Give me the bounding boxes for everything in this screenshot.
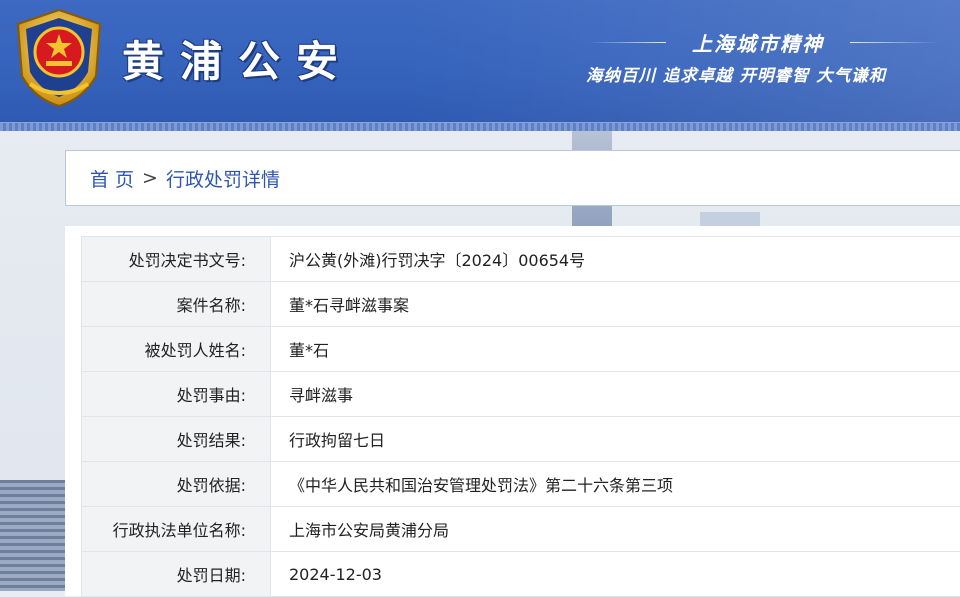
penalty-detail-table: 处罚决定书文号: 沪公黄(外滩)行罚决字〔2024〕00654号 案件名称: 董… xyxy=(81,236,960,597)
field-label: 被处罚人姓名: xyxy=(82,327,271,372)
breadcrumb-separator: > xyxy=(142,167,158,189)
police-emblem-icon xyxy=(10,6,108,110)
breadcrumb: 首 页 > 行政处罚详情 xyxy=(65,150,960,206)
field-value: 行政拘留七日 xyxy=(271,417,960,462)
header-border-strip xyxy=(0,122,960,131)
header-skyline xyxy=(400,0,960,122)
table-row: 案件名称: 董*石寻衅滋事案 xyxy=(82,282,960,327)
field-label: 处罚事由: xyxy=(82,372,271,417)
field-value: 沪公黄(外滩)行罚决字〔2024〕00654号 xyxy=(271,237,960,282)
field-value: 董*石寻衅滋事案 xyxy=(271,282,960,327)
background-city-left xyxy=(0,480,65,591)
field-value: 《中华人民共和国治安管理处罚法》第二十六条第三项 xyxy=(271,462,960,507)
site-header: 黄浦公安 上海城市精神 海纳百川 追求卓越 开明睿智 大气谦和 xyxy=(0,0,960,122)
field-value: 董*石 xyxy=(271,327,960,372)
table-row: 处罚决定书文号: 沪公黄(外滩)行罚决字〔2024〕00654号 xyxy=(82,237,960,282)
field-label: 处罚日期: xyxy=(82,552,271,597)
breadcrumb-current: 行政处罚详情 xyxy=(166,165,280,192)
field-label: 案件名称: xyxy=(82,282,271,327)
breadcrumb-home-link[interactable]: 首 页 xyxy=(90,165,134,192)
field-label: 行政执法单位名称: xyxy=(82,507,271,552)
table-row: 处罚依据: 《中华人民共和国治安管理处罚法》第二十六条第三项 xyxy=(82,462,960,507)
field-value: 寻衅滋事 xyxy=(271,372,960,417)
table-row: 处罚结果: 行政拘留七日 xyxy=(82,417,960,462)
slogan-divider-left xyxy=(588,42,666,43)
table-row: 行政执法单位名称: 上海市公安局黄浦分局 xyxy=(82,507,960,552)
slogan-divider-right xyxy=(850,42,938,43)
table-row: 被处罚人姓名: 董*石 xyxy=(82,327,960,372)
site-title: 黄浦公安 xyxy=(122,28,354,89)
slogan-sub: 海纳百川 追求卓越 开明睿智 大气谦和 xyxy=(586,62,946,86)
slogan-main: 上海城市精神 xyxy=(668,28,848,57)
detail-panel: 处罚决定书文号: 沪公黄(外滩)行罚决字〔2024〕00654号 案件名称: 董… xyxy=(65,226,960,596)
table-row: 处罚日期: 2024-12-03 xyxy=(82,552,960,597)
field-label: 处罚依据: xyxy=(82,462,271,507)
field-label: 处罚决定书文号: xyxy=(82,237,271,282)
table-row: 处罚事由: 寻衅滋事 xyxy=(82,372,960,417)
field-value: 上海市公安局黄浦分局 xyxy=(271,507,960,552)
field-label: 处罚结果: xyxy=(82,417,271,462)
field-value: 2024-12-03 xyxy=(271,552,960,597)
